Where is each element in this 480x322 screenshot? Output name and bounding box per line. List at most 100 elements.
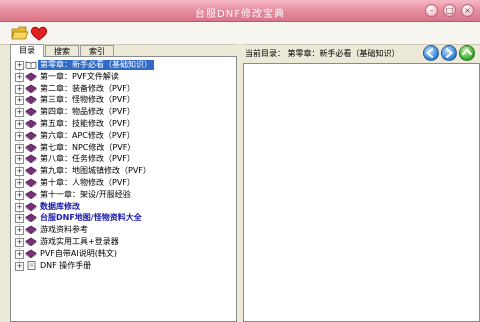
toolbar <box>0 22 480 45</box>
expand-icon[interactable]: + <box>15 61 24 70</box>
tree-item[interactable]: + 第八章：任务修改（PVF） <box>11 153 236 165</box>
tree-item-label: 数据库修改 <box>40 201 80 211</box>
book-icon <box>25 190 37 199</box>
current-path: 当前目录： 第零章：新手必看（基础知识） <box>245 49 400 58</box>
open-book-icon <box>25 61 37 69</box>
tree-item-label: 第四章：物品修改（PVF） <box>40 107 135 117</box>
tab-label: 目录 <box>19 46 35 55</box>
tree-item-label: 第一章：PVF文件解读 <box>40 71 119 81</box>
tree-item-label: 第十一章：架设/开服经验 <box>40 189 131 199</box>
tab-index[interactable]: 索引 <box>80 45 114 56</box>
tree-item[interactable]: + 第七章：NPC修改（PVF） <box>11 142 236 154</box>
expand-icon[interactable]: + <box>15 72 24 82</box>
expand-icon[interactable]: + <box>15 96 24 106</box>
expand-icon[interactable]: + <box>15 214 24 224</box>
book-icon <box>25 214 37 223</box>
expand-icon[interactable]: + <box>15 179 24 188</box>
tree-item[interactable]: + 台服DNF地图/怪物资料大全 <box>11 212 236 224</box>
tree-item[interactable]: + 数据库修改 <box>11 201 236 213</box>
expand-icon[interactable]: + <box>15 155 24 165</box>
expand-icon[interactable]: + <box>15 261 24 271</box>
content-panel: 当前目录： 第零章：新手必看（基础知识） <box>243 44 480 322</box>
expand-icon[interactable]: + <box>15 131 24 141</box>
expand-icon[interactable]: + <box>15 143 24 153</box>
tree-item-label: 第八章：任务修改（PVF） <box>40 154 135 164</box>
restore-button[interactable]: □ <box>443 4 456 17</box>
book-icon <box>25 249 37 258</box>
arrow-right-icon <box>445 47 454 59</box>
minimize-button[interactable]: – <box>425 4 438 17</box>
book-icon <box>25 96 37 105</box>
tree-item[interactable]: + 第五章：技能修改（PVF） <box>11 118 236 130</box>
tree-item[interactable]: + PVF自带AI说明(韩文) <box>11 248 236 260</box>
tree-item[interactable]: + DNF 操作手册 <box>11 260 236 272</box>
tree-item[interactable]: + 第四章：物品修改（PVF） <box>11 106 236 118</box>
back-button[interactable] <box>423 45 439 61</box>
tree-item[interactable]: + 第九章：地图城镇修改（PVF） <box>11 165 236 177</box>
restore-icon: □ <box>445 6 454 15</box>
tree-item[interactable]: + 游戏资料参考 <box>11 224 236 236</box>
close-icon: × <box>464 6 471 15</box>
tree-item[interactable]: + 第二章：装备修改（PVF） <box>11 83 236 95</box>
tree-item[interactable]: + 第十一章：架设/开服经验 <box>11 189 236 201</box>
document-icon <box>27 260 36 270</box>
tree-item-label: 第九章：地图城镇修改（PVF） <box>40 166 151 176</box>
tree-item-label: PVF自带AI说明(韩文) <box>40 248 117 258</box>
book-icon <box>25 143 37 152</box>
book-icon <box>25 119 37 128</box>
tab-label: 搜索 <box>54 47 70 56</box>
expand-icon[interactable]: + <box>15 238 24 247</box>
tree-item-label: 第二章：装备修改（PVF） <box>40 83 135 93</box>
expand-icon[interactable]: + <box>15 84 24 94</box>
tree-item-label: DNF 操作手册 <box>40 260 92 270</box>
home-button[interactable] <box>459 45 475 61</box>
close-button[interactable]: × <box>461 4 474 17</box>
tree-item-label: 台服DNF地图/怪物资料大全 <box>40 213 142 223</box>
expand-icon[interactable]: + <box>15 167 24 177</box>
tree-item[interactable]: + 第十章：人物修改（PVF） <box>11 177 236 189</box>
minimize-icon: – <box>429 6 434 15</box>
arrow-left-icon <box>425 47 434 59</box>
arrow-up-icon <box>461 47 473 56</box>
tab-contents[interactable]: 目录 <box>10 44 44 57</box>
title-bar: 台服DNF修改宝典 – □ × <box>0 0 480 22</box>
book-icon <box>25 155 37 164</box>
tree-item[interactable]: + 第一章：PVF文件解读 <box>11 71 236 83</box>
book-icon <box>25 131 37 140</box>
book-icon <box>25 237 37 246</box>
book-icon <box>25 72 37 81</box>
tree-item-label: 第六章：APC修改（PVF） <box>40 130 135 140</box>
navigation-panel: 目录 搜索 索引 + 第零章：新手必看（基础知识） + 第一章：PVF文件解读 + 第二章… <box>10 44 237 322</box>
tree-item-label: 第三章：怪物修改（PVF） <box>40 95 135 105</box>
contents-tree: + 第零章：新手必看（基础知识） + 第一章：PVF文件解读 + 第二章：装备修改（PVF… <box>10 56 237 322</box>
tree-item-label: 第七章：NPC修改（PVF） <box>40 142 136 152</box>
book-icon <box>25 225 37 235</box>
tree-item[interactable]: + 第三章：怪物修改（PVF） <box>11 94 236 106</box>
tree-item[interactable]: + 第六章：APC修改（PVF） <box>11 130 236 142</box>
tree-item-label: 第零章：新手必看（基础知识） <box>38 60 154 70</box>
content-header: 当前目录： 第零章：新手必看（基础知识） <box>243 44 480 62</box>
expand-icon[interactable]: + <box>15 202 24 212</box>
book-icon <box>25 202 37 211</box>
expand-icon[interactable]: + <box>15 249 24 259</box>
window-title: 台服DNF修改宝典 <box>195 9 285 20</box>
forward-button[interactable] <box>441 45 457 61</box>
book-icon <box>25 166 37 176</box>
expand-icon[interactable]: + <box>15 190 24 200</box>
open-folder-icon[interactable] <box>11 25 29 41</box>
book-icon <box>25 178 37 187</box>
expand-icon[interactable]: + <box>15 108 24 118</box>
favorites-heart-icon[interactable] <box>30 25 48 41</box>
expand-icon[interactable]: + <box>15 226 24 236</box>
tree-item[interactable]: + 游戏实用工具+登录器 <box>11 236 236 248</box>
book-icon <box>25 107 37 117</box>
tab-search[interactable]: 搜索 <box>45 45 79 56</box>
tree-item-label: 游戏实用工具+登录器 <box>40 237 119 246</box>
tab-label: 索引 <box>89 47 105 56</box>
tree-item-label: 第五章：技能修改（PVF） <box>40 119 135 128</box>
tree-item-label: 第十章：人物修改（PVF） <box>40 178 135 187</box>
content-view[interactable] <box>243 63 480 322</box>
expand-icon[interactable]: + <box>15 120 24 129</box>
book-icon <box>25 84 37 93</box>
tree-item[interactable]: + 第零章：新手必看（基础知识） <box>11 59 236 71</box>
